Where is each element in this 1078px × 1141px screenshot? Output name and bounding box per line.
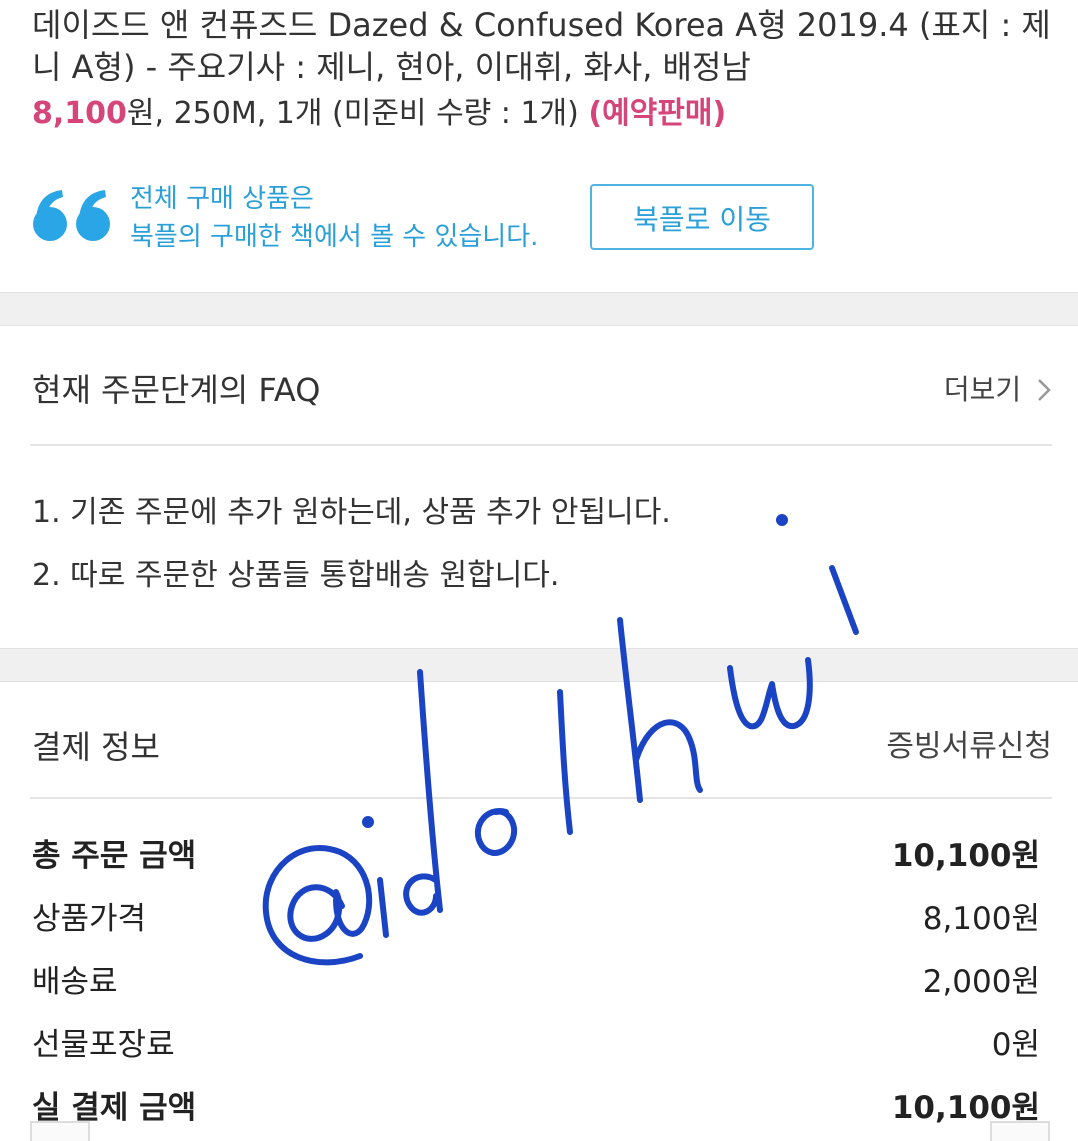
bottom-tab-stub — [30, 1121, 90, 1141]
payment-label: 상품가격 — [32, 901, 147, 937]
preorder-badge: (예약판매) — [588, 96, 727, 131]
product-details: , 250M, 1개 (미준비 수량 : 1개) — [154, 96, 589, 131]
payment-row-gift-wrap: 선물포장료 0원 — [32, 1020, 1040, 1070]
section-gap — [0, 292, 1078, 326]
bottom-tab-stub — [990, 1121, 1050, 1141]
payment-label: 총 주문 금액 — [32, 838, 197, 874]
bookple-notice: 전체 구매 상품은 북플의 구매한 책에서 볼 수 있습니다. 북플로 이동 — [32, 180, 1052, 260]
product-meta: 8,100원, 250M, 1개 (미준비 수량 : 1개) (예약판매) — [32, 92, 1062, 136]
faq-header: 현재 주문단계의 FAQ 더보기 — [32, 360, 1052, 420]
notice-line-2: 북플의 구매한 책에서 볼 수 있습니다. — [130, 222, 539, 252]
product-title[interactable]: 데이즈드 앤 컨퓨즈드 Dazed & Confused Korea A형 20… — [32, 4, 1062, 88]
faq-more-link[interactable]: 더보기 — [944, 360, 1052, 420]
payment-value: 8,100원 — [922, 901, 1040, 937]
chevron-right-icon — [1038, 379, 1051, 401]
faq-item[interactable]: 1. 기존 주문에 추가 원하는데, 상품 추가 안됩니다. — [32, 493, 671, 533]
payment-header: 결제 정보 증빙서류신청 — [32, 717, 1052, 777]
payment-value: 10,100원 — [891, 838, 1040, 874]
payment-value: 0원 — [991, 1027, 1040, 1063]
payment-row-total: 총 주문 금액 10,100원 — [32, 831, 1040, 881]
payment-label: 배송료 — [32, 964, 118, 1000]
price-unit: 원 — [126, 96, 155, 131]
section-gap — [0, 648, 1078, 682]
receipt-request-link[interactable]: 증빙서류신청 — [886, 717, 1052, 777]
payment-title: 결제 정보 — [32, 728, 160, 766]
payment-row-product-price: 상품가격 8,100원 — [32, 894, 1040, 944]
notice-line-1: 전체 구매 상품은 — [130, 184, 314, 214]
notice-text: 전체 구매 상품은 북플의 구매한 책에서 볼 수 있습니다. — [130, 180, 538, 256]
faq-divider — [30, 444, 1052, 446]
order-product-info: 데이즈드 앤 컨퓨즈드 Dazed & Confused Korea A형 20… — [32, 4, 1062, 136]
payment-value: 2,000원 — [922, 964, 1040, 1000]
product-price: 8,100 — [32, 96, 127, 131]
payment-label: 선물포장료 — [32, 1027, 175, 1063]
go-to-bookple-button[interactable]: 북플로 이동 — [590, 184, 814, 250]
faq-title: 현재 주문단계의 FAQ — [32, 371, 321, 409]
faq-item[interactable]: 2. 따로 주문한 상품들 통합배송 원합니다. — [32, 556, 559, 596]
faq-more-label: 더보기 — [943, 373, 1022, 406]
payment-row-final: 실 결제 금액 10,100원 — [32, 1083, 1040, 1133]
payment-row-shipping: 배송료 2,000원 — [32, 957, 1040, 1007]
quote-icon — [33, 190, 110, 241]
payment-divider — [30, 797, 1052, 799]
